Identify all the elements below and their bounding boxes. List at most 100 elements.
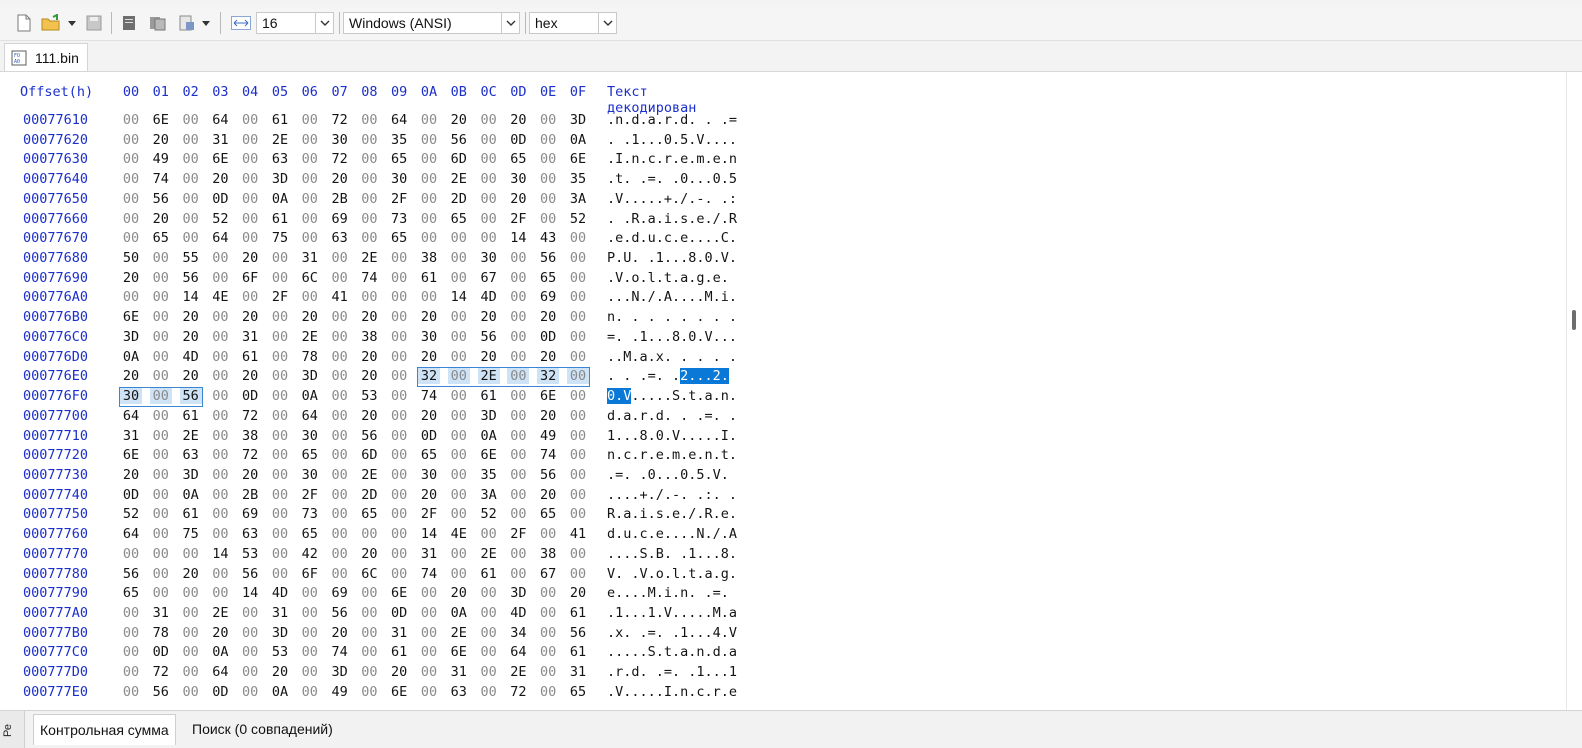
hex-byte[interactable]: 65 — [120, 585, 142, 601]
decoded-text[interactable]: 0.V.....S.t.a.n. — [607, 388, 737, 405]
hex-byte[interactable]: 00 — [269, 329, 291, 345]
hex-byte[interactable]: 73 — [299, 506, 321, 522]
hex-byte[interactable]: 00 — [418, 171, 440, 187]
hex-byte[interactable]: 2E — [269, 132, 291, 148]
decoded-text[interactable]: n. . . . . . . . — [607, 309, 737, 325]
hex-byte[interactable]: 00 — [418, 132, 440, 148]
hex-byte[interactable]: 00 — [329, 428, 351, 444]
hex-byte[interactable]: 20 — [418, 408, 440, 424]
hex-byte[interactable]: 00 — [150, 428, 172, 444]
hex-byte[interactable]: 00 — [329, 309, 351, 325]
hex-byte[interactable]: 34 — [507, 625, 529, 641]
decoded-text[interactable]: .V.o.l.t.a.g.e. — [607, 270, 729, 286]
hex-byte[interactable]: 00 — [478, 230, 500, 246]
hex-byte[interactable]: 20 — [239, 467, 261, 483]
hex-byte[interactable]: 4D — [180, 349, 202, 365]
hex-byte[interactable]: 50 — [120, 250, 142, 266]
hex-byte[interactable]: 72 — [239, 408, 261, 424]
hex-byte[interactable]: 00 — [358, 526, 380, 542]
hex-byte[interactable]: 3A — [478, 487, 500, 503]
hex-byte[interactable]: 00 — [358, 625, 380, 641]
hex-byte[interactable]: 43 — [537, 230, 559, 246]
hex-byte[interactable]: 2B — [329, 191, 351, 207]
hex-byte[interactable]: 00 — [448, 487, 470, 503]
hex-byte[interactable]: 00 — [120, 151, 142, 167]
hex-byte[interactable]: 65 — [567, 684, 589, 700]
hex-byte[interactable]: 74 — [358, 270, 380, 286]
hex-byte[interactable]: 00 — [388, 329, 410, 345]
hex-byte[interactable]: 00 — [299, 230, 321, 246]
hex-byte[interactable]: 64 — [209, 112, 231, 128]
hex-byte[interactable]: 00 — [448, 230, 470, 246]
hex-byte[interactable]: 00 — [299, 132, 321, 148]
hex-byte[interactable]: 49 — [329, 684, 351, 700]
hex-byte[interactable]: 2E — [209, 605, 231, 621]
hex-byte[interactable]: 2E — [478, 546, 500, 562]
hex-byte[interactable]: 00 — [209, 447, 231, 463]
hex-byte[interactable]: 00 — [507, 349, 529, 365]
hex-byte[interactable]: 20 — [537, 408, 559, 424]
hex-byte[interactable]: 31 — [269, 605, 291, 621]
hex-byte[interactable]: 00 — [507, 428, 529, 444]
hex-byte[interactable]: 72 — [329, 151, 351, 167]
hex-byte[interactable]: 00 — [537, 526, 559, 542]
hex-byte[interactable]: 0A — [269, 191, 291, 207]
hex-byte[interactable]: 00 — [448, 388, 470, 404]
hex-byte[interactable]: 61 — [239, 349, 261, 365]
hex-byte[interactable]: 00 — [180, 684, 202, 700]
hex-byte[interactable]: 00 — [388, 408, 410, 424]
hex-byte[interactable]: 63 — [448, 684, 470, 700]
hex-byte[interactable]: 00 — [209, 467, 231, 483]
hex-byte[interactable]: 3D — [299, 368, 321, 384]
hex-byte[interactable]: 00 — [448, 408, 470, 424]
hex-byte[interactable]: 20 — [358, 368, 380, 384]
hex-byte[interactable]: 00 — [388, 447, 410, 463]
hex-byte[interactable]: 00 — [269, 506, 291, 522]
hex-byte[interactable]: 2E — [358, 250, 380, 266]
hex-byte[interactable]: 69 — [239, 506, 261, 522]
hex-byte[interactable]: 56 — [239, 566, 261, 582]
hex-byte[interactable]: 00 — [418, 211, 440, 227]
hex-byte[interactable]: 00 — [180, 112, 202, 128]
hex-byte[interactable]: 64 — [507, 644, 529, 660]
hex-byte[interactable]: 20 — [180, 309, 202, 325]
hex-byte[interactable]: 00 — [507, 487, 529, 503]
hex-byte[interactable]: 00 — [388, 566, 410, 582]
hex-byte[interactable]: 00 — [239, 132, 261, 148]
hex-byte[interactable]: 00 — [120, 644, 142, 660]
hex-byte[interactable]: 00 — [567, 388, 589, 404]
hex-byte[interactable]: 00 — [478, 644, 500, 660]
hex-byte[interactable]: 00 — [209, 368, 231, 384]
hex-byte[interactable]: 00 — [567, 270, 589, 286]
hex-byte[interactable]: 2F — [418, 506, 440, 522]
hex-byte[interactable]: 35 — [478, 467, 500, 483]
hex-byte[interactable]: 00 — [448, 566, 470, 582]
hex-byte[interactable]: 0D — [507, 132, 529, 148]
hex-byte[interactable]: 00 — [418, 585, 440, 601]
hex-byte[interactable]: 14 — [209, 546, 231, 562]
hex-byte[interactable]: 20 — [388, 664, 410, 680]
hex-byte[interactable]: 53 — [269, 644, 291, 660]
hex-byte[interactable]: 2F — [299, 487, 321, 503]
hex-byte[interactable]: 6C — [358, 566, 380, 582]
hex-byte[interactable]: 20 — [537, 309, 559, 325]
hex-byte[interactable]: 00 — [537, 151, 559, 167]
hex-byte[interactable]: 00 — [180, 605, 202, 621]
hex-byte[interactable]: 52 — [209, 211, 231, 227]
hex-byte[interactable]: 2E — [299, 329, 321, 345]
hex-byte[interactable]: 35 — [567, 171, 589, 187]
hex-byte[interactable]: 00 — [418, 664, 440, 680]
hex-byte[interactable]: 2F — [269, 289, 291, 305]
hex-byte[interactable]: 6E — [537, 388, 559, 404]
hex-byte[interactable]: 20 — [358, 349, 380, 365]
hex-byte[interactable]: 0D — [239, 388, 261, 404]
hex-byte[interactable]: 00 — [418, 644, 440, 660]
hex-byte[interactable]: 20 — [209, 171, 231, 187]
hex-byte[interactable]: 00 — [358, 230, 380, 246]
hex-byte[interactable]: 00 — [478, 605, 500, 621]
hex-byte[interactable]: 61 — [418, 270, 440, 286]
hex-byte[interactable]: 20 — [150, 211, 172, 227]
hex-byte[interactable]: 00 — [299, 664, 321, 680]
file-tab[interactable]: FO A0 111.bin — [4, 43, 88, 71]
hex-byte[interactable]: 72 — [239, 447, 261, 463]
